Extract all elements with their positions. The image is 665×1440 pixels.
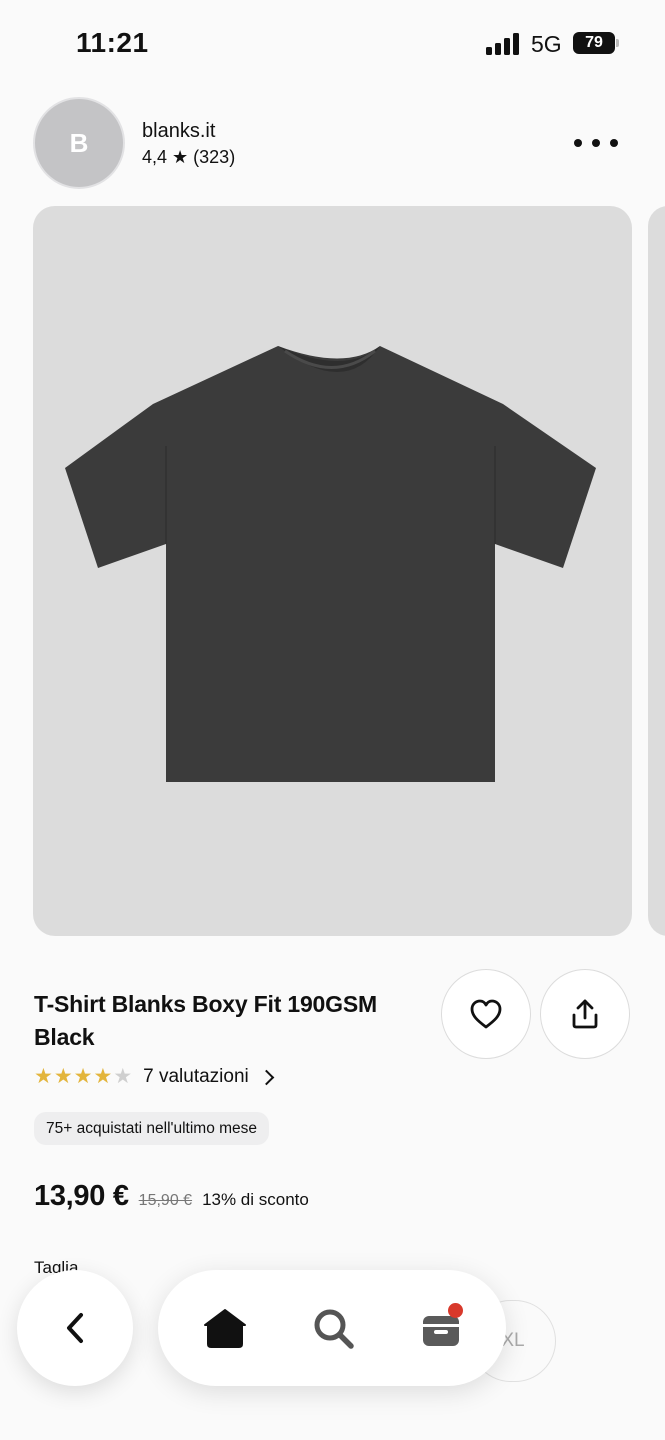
battery-level: 79: [573, 32, 615, 54]
back-button[interactable]: [17, 1270, 133, 1386]
more-options-button[interactable]: [570, 130, 622, 156]
next-product-image[interactable]: [648, 206, 665, 936]
status-time: 11:21: [76, 27, 149, 58]
star-icon: ★: [53, 1065, 73, 1088]
status-bar: 11:21 5G 79: [0, 0, 665, 70]
current-price: 13,90 €: [34, 1180, 129, 1212]
original-price: 15,90 €: [138, 1192, 193, 1209]
share-button[interactable]: [540, 969, 630, 1059]
nav-cart[interactable]: [396, 1270, 486, 1386]
signal-icon: [486, 33, 520, 55]
more-dots-icon: [574, 139, 582, 147]
share-icon: [572, 999, 598, 1029]
seller-rating: 4,4 ★ (323): [142, 147, 236, 167]
battery-icon: 79: [573, 32, 619, 54]
nav-search[interactable]: [288, 1270, 378, 1386]
ratings-link[interactable]: 7 valutazioni: [143, 1066, 249, 1088]
seller-avatar[interactable]: B: [33, 97, 125, 189]
search-icon: [314, 1309, 354, 1349]
star-icon: ★: [73, 1065, 93, 1088]
purchases-badge: 75+ acquistati nell'ultimo mese: [34, 1112, 270, 1145]
discount-label: 13% di sconto: [202, 1190, 309, 1209]
price-row: 13,90 € 15,90 € 13% di sconto: [34, 1180, 309, 1213]
star-icon: ★: [93, 1065, 113, 1088]
chevron-left-icon: [67, 1313, 83, 1343]
product-rating-row[interactable]: ★ ★ ★ ★ ★ 7 valutazioni: [34, 1065, 275, 1089]
cart-notification-dot: [448, 1303, 463, 1318]
chevron-right-icon: [258, 1069, 275, 1085]
product-image[interactable]: [33, 206, 632, 936]
star-icon: ★: [34, 1065, 53, 1088]
product-title: T-Shirt Blanks Boxy Fit 190GSM Black: [34, 991, 377, 1050]
favorite-button[interactable]: [441, 969, 531, 1059]
heart-icon: [470, 999, 502, 1029]
seller-name[interactable]: blanks.it: [142, 120, 215, 143]
nav-home[interactable]: [180, 1270, 270, 1386]
star-icon: ★: [113, 1065, 133, 1088]
rating-stars: ★ ★ ★ ★ ★: [34, 1065, 132, 1089]
bottom-nav: [158, 1270, 506, 1386]
network-type: 5G: [531, 31, 562, 57]
tshirt-image: [65, 346, 596, 782]
home-icon: [204, 1309, 246, 1348]
